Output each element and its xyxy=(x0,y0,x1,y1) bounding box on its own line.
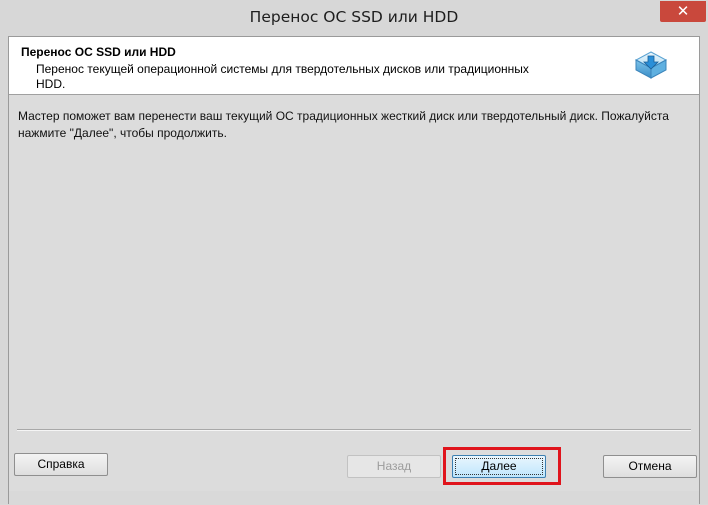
wizard-message: Мастер поможет вам перенести ваш текущий… xyxy=(18,109,669,140)
window-frame-left xyxy=(0,36,8,504)
highlight-annotation xyxy=(443,447,561,485)
cancel-button[interactable]: Отмена xyxy=(603,455,697,478)
header-title: Перенос ОС SSD или HDD xyxy=(21,45,176,59)
back-button[interactable]: Назад xyxy=(347,455,441,478)
window-title: Перенос ОС SSD или HDD xyxy=(249,8,459,26)
close-button[interactable]: ✕ xyxy=(660,1,706,22)
wizard-header: Перенос ОС SSD или HDD Перенос текущей о… xyxy=(9,37,699,95)
close-icon: ✕ xyxy=(676,2,690,20)
wizard-window: Перенос ОС SSD или HDD ✕ Перенос ОС SSD … xyxy=(0,0,708,505)
header-description: Перенос текущей операционной системы для… xyxy=(36,62,529,91)
window-bottom-strip xyxy=(9,491,699,505)
help-button[interactable]: Справка xyxy=(14,453,108,476)
wizard-client-area: Перенос ОС SSD или HDD Перенос текущей о… xyxy=(8,36,700,505)
button-separator xyxy=(17,429,691,431)
download-disk-icon xyxy=(634,51,668,79)
title-bar[interactable]: Перенос ОС SSD или HDD ✕ xyxy=(0,0,708,36)
window-frame-right xyxy=(700,36,708,504)
